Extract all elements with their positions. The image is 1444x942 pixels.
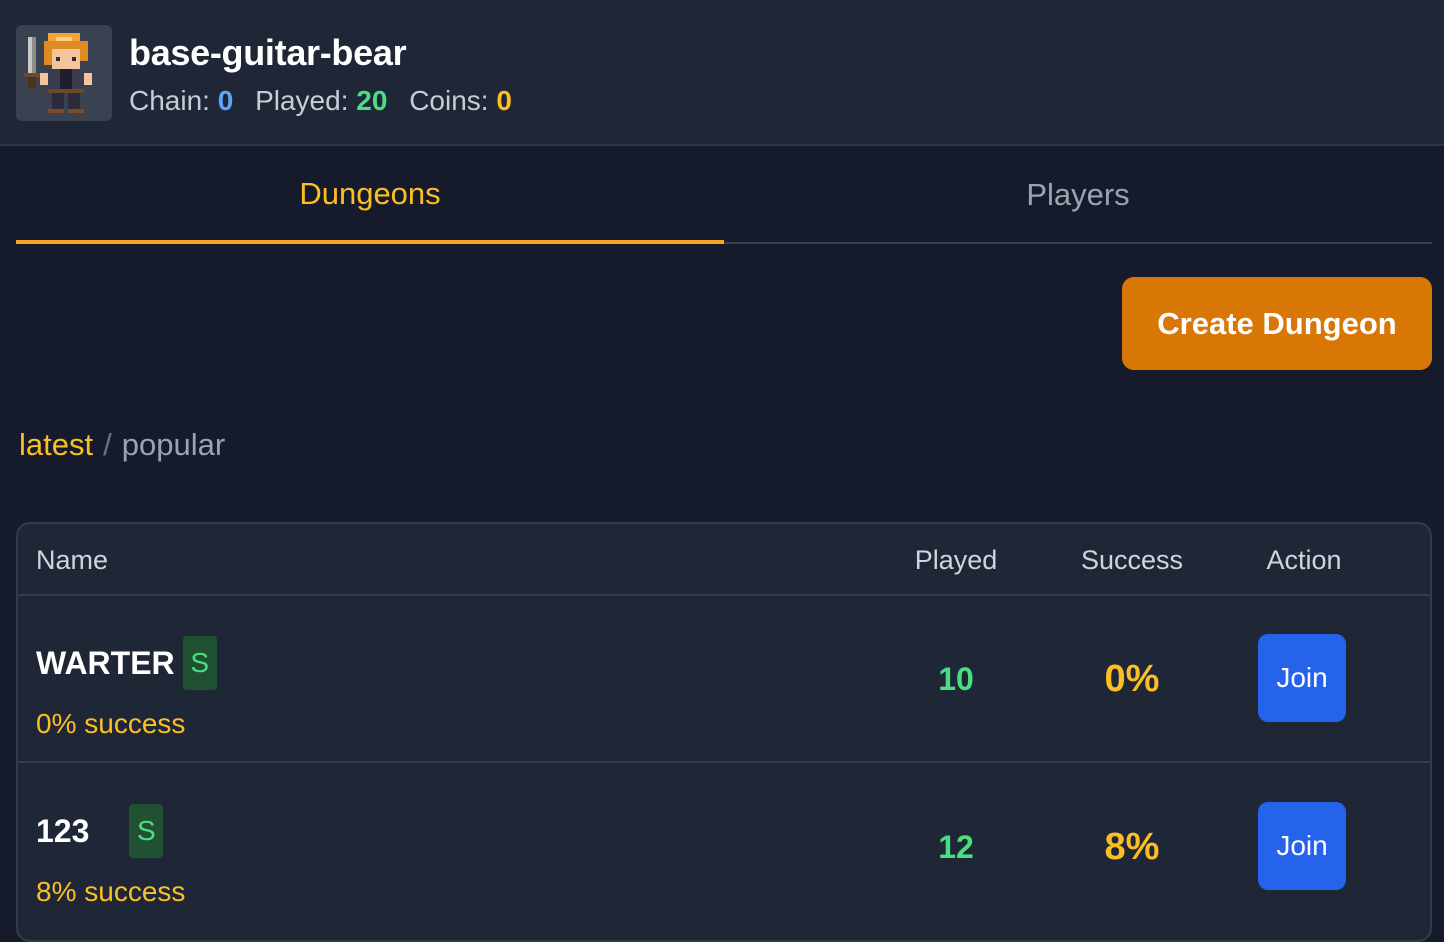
dungeon-success-subtitle: 8% success (36, 876, 186, 907)
dungeon-success-subtitle: 0% success (36, 708, 186, 739)
dungeon-table: Name Played Success Action WARTER S 0% s… (16, 522, 1432, 942)
played-label: Played: (255, 85, 349, 116)
avatar (16, 25, 112, 121)
pixel-knight-avatar-icon (24, 33, 92, 113)
sort-separator: / (103, 427, 112, 462)
tab-players[interactable]: Players (724, 148, 1432, 244)
coins-value: 0 (496, 85, 512, 116)
chain-stat: Chain: 0 (129, 85, 241, 116)
status-badge: S (129, 804, 164, 858)
dungeon-played-count: 10 (938, 661, 974, 697)
create-dungeon-button[interactable]: Create Dungeon (1122, 277, 1432, 370)
status-badge: S (182, 636, 217, 690)
column-header-played: Played (914, 544, 998, 575)
played-stat: Played: 20 (255, 85, 395, 116)
chain-label: Chain: (129, 85, 210, 116)
sort-popular-link[interactable]: popular (122, 427, 225, 462)
username: base-guitar-bear (129, 32, 407, 73)
dungeon-played-count: 12 (938, 829, 974, 865)
player-stats: Chain: 0 Played: 20 Coins: 0 (129, 85, 526, 117)
column-header-success: Success (1080, 544, 1184, 575)
dungeon-success-rate: 8% (1104, 826, 1160, 868)
sort-toggle: latest / popular (19, 427, 225, 463)
column-header-name: Name (36, 544, 109, 575)
tab-dungeons[interactable]: Dungeons (16, 148, 724, 244)
column-header-action: Action (1266, 544, 1342, 575)
played-value: 20 (356, 85, 388, 116)
coins-stat: Coins: 0 (409, 85, 512, 116)
table-row: 123 S 8% success 12 8% Join (18, 764, 1430, 931)
sort-latest-link[interactable]: latest (19, 427, 93, 462)
table-header: Name Played Success Action (18, 524, 1430, 596)
chain-value: 0 (217, 85, 234, 116)
tab-bar: Dungeons Players (16, 148, 1432, 244)
dungeon-name-cell: WARTER S (36, 636, 217, 690)
profile-header: base-guitar-bear Chain: 0 Played: 20 Coi… (0, 0, 1444, 146)
join-button[interactable]: Join (1258, 802, 1346, 890)
dungeon-name: 123 (36, 812, 90, 849)
table-row: WARTER S 0% success 10 0% Join (18, 596, 1430, 763)
dungeon-name-cell: 123 S (36, 804, 164, 858)
dungeon-success-rate: 0% (1104, 658, 1160, 700)
join-button[interactable]: Join (1258, 634, 1346, 722)
dungeon-name: WARTER (36, 644, 175, 681)
coins-label: Coins: (409, 85, 489, 116)
